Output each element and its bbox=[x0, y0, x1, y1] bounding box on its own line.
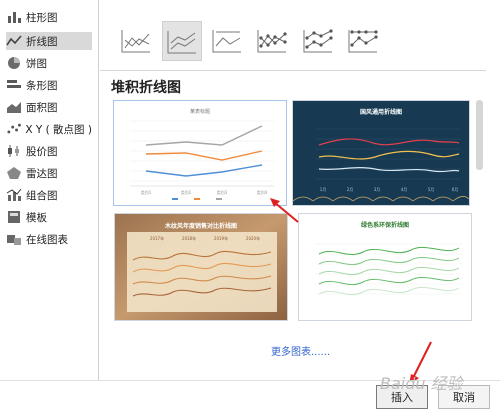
preview-x-tick: 6月 bbox=[452, 187, 459, 192]
preview-title: 绿色系环保折线图 bbox=[361, 221, 409, 229]
preview-legend: 2018年 bbox=[182, 235, 196, 241]
preview-chart-basic: 某表标题 类别1 类别2 类别3 类别4 bbox=[130, 108, 274, 200]
area-chart-icon bbox=[7, 102, 21, 113]
preview-scrollbar[interactable] bbox=[476, 100, 483, 170]
stacked-line-subtype-icon bbox=[167, 31, 196, 54]
sidebar-item-radar[interactable]: 雷达图 bbox=[6, 164, 92, 182]
sidebar-item-label: 雷达图 bbox=[26, 167, 58, 180]
sidebar-item-label: 在线图表 bbox=[26, 233, 68, 246]
sidebar-item-label: 饼图 bbox=[26, 57, 47, 70]
sidebar-item-label: 面积图 bbox=[26, 101, 58, 114]
section-title: 堆积折线图 bbox=[111, 80, 181, 96]
sidebar-item-label: 柱形图 bbox=[26, 11, 58, 24]
sidebar-item-stock[interactable]: 股价图 bbox=[6, 142, 92, 160]
sidebar-item-template[interactable]: 模板 bbox=[6, 208, 92, 226]
pie-chart-icon bbox=[8, 57, 20, 69]
bar-chart-icon bbox=[8, 12, 21, 23]
chart-type-sidebar: 柱形图 折线图 饼图 条形图 面积图 X Y ( 散点图 ) 股价图 雷达图 组… bbox=[0, 0, 97, 380]
percent-markers-subtype-icon bbox=[348, 30, 378, 53]
more-charts-link[interactable]: 更多图表...... bbox=[271, 343, 330, 358]
line-markers-subtype-icon bbox=[257, 30, 287, 53]
preview-title: 国风通用折线图 bbox=[360, 108, 402, 116]
preview-x-tick: 类别2 bbox=[181, 189, 192, 195]
preview-x-tick: 1月 bbox=[320, 187, 327, 192]
percent-line-subtype-icon bbox=[212, 30, 241, 53]
sidebar-item-area[interactable]: 面积图 bbox=[6, 98, 92, 116]
sidebar-item-label: 组合图 bbox=[26, 189, 58, 202]
online-chart-icon bbox=[7, 235, 21, 245]
preview-x-tick: 2月 bbox=[347, 187, 354, 192]
preview-x-tick: 3月 bbox=[374, 187, 381, 192]
sidebar-item-pie[interactable]: 饼图 bbox=[6, 54, 92, 72]
sidebar-item-combo[interactable]: 组合图 bbox=[6, 186, 92, 204]
preview-x-tick: 类别1 bbox=[141, 189, 152, 195]
template-preview-wood[interactable]: 木纹风年度销售对比折线图 2017年 2018年 2019年 2020年 bbox=[114, 213, 288, 321]
horizontal-bar-icon bbox=[7, 80, 21, 88]
preview-chart-national-style: 国风通用折线图 1月 2月 3月 4月 5月 6月 bbox=[292, 101, 470, 205]
preview-x-tick: 类别3 bbox=[217, 189, 228, 195]
sidebar-item-label: 股价图 bbox=[26, 145, 58, 158]
preview-x-tick: 5月 bbox=[428, 187, 435, 192]
subtype-stacked-line[interactable] bbox=[162, 21, 202, 61]
template-preview-basic[interactable]: 某表标题 类别1 类别2 类别3 类别4 bbox=[113, 100, 287, 206]
annotation-arrow-icon bbox=[270, 198, 299, 223]
preview-chart-green: 绿色系环保折线图 bbox=[315, 221, 463, 296]
radar-chart-icon bbox=[7, 167, 21, 179]
preview-title: 某表标题 bbox=[190, 108, 210, 115]
watermark: Baidu 经验 bbox=[380, 374, 463, 393]
subtype-line[interactable] bbox=[117, 21, 155, 59]
stacked-markers-subtype-icon bbox=[303, 29, 333, 53]
subtype-line-markers[interactable] bbox=[253, 21, 291, 59]
template-icon bbox=[8, 211, 20, 223]
sidebar-item-label: 折线图 bbox=[26, 35, 58, 48]
sidebar-item-label: X Y ( 散点图 ) bbox=[25, 123, 92, 136]
template-preview-green[interactable]: 绿色系环保折线图 bbox=[298, 213, 472, 321]
sidebar-item-scatter[interactable]: X Y ( 散点图 ) bbox=[6, 120, 92, 138]
sidebar-item-hbar[interactable]: 条形图 bbox=[6, 76, 92, 94]
subtype-percent-stacked-line[interactable] bbox=[208, 21, 246, 59]
preview-title: 木纹风年度销售对比折线图 bbox=[164, 222, 237, 230]
preview-legend: 2019年 bbox=[214, 235, 228, 241]
line-chart-icon bbox=[6, 35, 22, 46]
line-subtype-icon bbox=[121, 30, 150, 53]
sidebar-divider bbox=[98, 0, 99, 380]
sidebar-item-label: 条形图 bbox=[26, 79, 58, 92]
preview-x-tick: 4月 bbox=[401, 187, 408, 192]
subtype-percent-line-markers[interactable] bbox=[344, 21, 382, 59]
sidebar-item-line[interactable]: 折线图 bbox=[6, 32, 92, 50]
sidebar-item-bar[interactable]: 柱形图 bbox=[6, 8, 92, 26]
preview-legend: 2020年 bbox=[246, 235, 260, 241]
stock-chart-icon bbox=[8, 145, 19, 157]
combo-chart-icon bbox=[6, 188, 22, 201]
preview-legend: 2017年 bbox=[150, 235, 164, 241]
preview-chart-wood: 木纹风年度销售对比折线图 2017年 2018年 2019年 2020年 bbox=[115, 214, 287, 320]
template-preview-national-style[interactable]: 国风通用折线图 1月 2月 3月 4月 5月 6月 bbox=[292, 100, 470, 206]
toolbar-separator bbox=[100, 70, 486, 71]
preview-x-tick: 类别4 bbox=[257, 189, 268, 195]
sidebar-item-label: 模板 bbox=[26, 211, 47, 224]
sidebar-item-online[interactable]: 在线图表 bbox=[6, 230, 92, 248]
scatter-chart-icon bbox=[7, 123, 21, 134]
subtype-stacked-line-markers[interactable] bbox=[299, 21, 337, 59]
